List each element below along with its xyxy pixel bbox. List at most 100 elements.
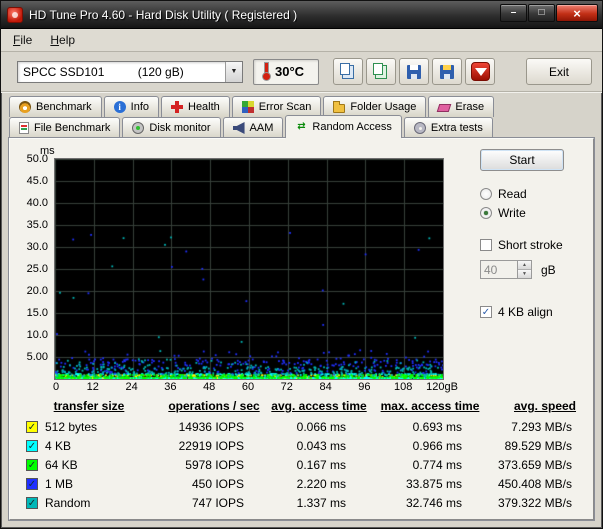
download-update-button[interactable] bbox=[465, 58, 495, 85]
short-stroke-stepper: ▲ ▼ bbox=[518, 260, 532, 279]
copy-screenshot-button[interactable] bbox=[333, 58, 363, 85]
y-tick-label: 25.0 bbox=[10, 263, 48, 275]
transfer-size-label: 512 bytes bbox=[45, 420, 97, 434]
table-row: 64 KB5978 IOPS0.167 ms0.774 ms373.659 MB… bbox=[16, 455, 587, 474]
tab-label: Health bbox=[188, 101, 220, 113]
ops-cell: 14936 IOPS bbox=[162, 420, 266, 434]
y-tick-label: 20.0 bbox=[10, 285, 48, 297]
max-cell: 0.966 ms bbox=[372, 439, 488, 453]
window-title: HD Tune Pro 4.60 - Hard Disk Utility ( R… bbox=[29, 8, 297, 22]
speed-cell: 379.322 MB/s bbox=[488, 496, 602, 510]
tab-aam[interactable]: AAM bbox=[223, 117, 284, 138]
transfer-size-label: 4 KB bbox=[45, 439, 71, 453]
read-radio-circle[interactable] bbox=[480, 188, 492, 200]
exit-button[interactable]: Exit bbox=[526, 58, 592, 85]
series-checkbox[interactable] bbox=[26, 497, 38, 509]
toolbar: SPCC SSD101 (120 gB) ▼ 30°C Exit bbox=[1, 52, 602, 92]
y-tick-label: 5.00 bbox=[10, 351, 48, 363]
folder-usage-icon bbox=[333, 104, 345, 113]
close-button[interactable] bbox=[556, 4, 598, 22]
save-text-button[interactable] bbox=[432, 58, 462, 85]
thermometer-icon bbox=[261, 62, 270, 81]
disk-monitor-icon bbox=[132, 122, 144, 134]
maximize-button[interactable] bbox=[528, 4, 555, 22]
info-icon bbox=[114, 101, 126, 113]
y-tick-label: 30.0 bbox=[10, 241, 48, 253]
temperature-value: 30°C bbox=[275, 64, 304, 79]
table-row: Random747 IOPS1.337 ms32.746 ms379.322 M… bbox=[16, 493, 587, 512]
speed-cell: 7.293 MB/s bbox=[488, 420, 602, 434]
write-radio-circle[interactable] bbox=[480, 207, 492, 219]
tab-error-scan[interactable]: Error Scan bbox=[232, 96, 322, 117]
aam-icon bbox=[233, 122, 245, 134]
tab-label: Folder Usage bbox=[350, 101, 416, 113]
transfer-size-cell: 4 KB bbox=[16, 439, 162, 453]
menu-file[interactable]: File bbox=[5, 30, 40, 50]
tab-label: Info bbox=[131, 101, 149, 113]
mode-radio-group: Read Write bbox=[480, 187, 593, 220]
short-stroke-label: Short stroke bbox=[498, 238, 563, 252]
tab-file-benchmark[interactable]: File Benchmark bbox=[9, 117, 120, 138]
health-icon bbox=[171, 101, 183, 113]
speed-cell: 450.408 MB/s bbox=[488, 477, 602, 491]
results-table: transfer sizeoperations / secavg. access… bbox=[10, 391, 593, 519]
caption-buttons bbox=[500, 1, 598, 22]
chart-stage: ms 50.045.040.035.030.025.020.015.010.05… bbox=[10, 139, 593, 391]
random-access-icon bbox=[295, 121, 307, 133]
avg-cell: 1.337 ms bbox=[266, 496, 372, 510]
transfer-size-cell: 512 bytes bbox=[16, 420, 162, 434]
titlebar[interactable]: HD Tune Pro 4.60 - Hard Disk Utility ( R… bbox=[1, 1, 602, 29]
file-benchmark-icon bbox=[19, 122, 29, 134]
menu-help[interactable]: Help bbox=[42, 30, 83, 50]
avg-cell: 0.167 ms bbox=[266, 458, 372, 472]
transfer-size-cell: 1 MB bbox=[16, 477, 162, 491]
drive-select[interactable]: SPCC SSD101 (120 gB) ▼ bbox=[17, 61, 243, 83]
tab-folder-usage[interactable]: Folder Usage bbox=[323, 96, 426, 117]
kb-align-label: 4 KB align bbox=[498, 305, 553, 319]
series-checkbox[interactable] bbox=[26, 478, 38, 490]
save-screenshot-button[interactable] bbox=[399, 58, 429, 85]
minimize-button[interactable] bbox=[500, 4, 527, 22]
max-cell: 32.746 ms bbox=[372, 496, 488, 510]
write-radio[interactable]: Write bbox=[480, 206, 593, 220]
series-checkbox[interactable] bbox=[26, 459, 38, 471]
short-stroke-checkbox[interactable]: Short stroke bbox=[480, 238, 593, 252]
tab-extra-tests[interactable]: Extra tests bbox=[404, 117, 493, 138]
copy-text-icon bbox=[373, 63, 383, 75]
short-stroke-input[interactable] bbox=[480, 260, 518, 279]
y-tick-label: 50.0 bbox=[10, 153, 48, 165]
stepper-down-icon[interactable]: ▼ bbox=[518, 269, 531, 278]
tab-label: Disk monitor bbox=[149, 122, 210, 134]
chart-column: ms 50.045.040.035.030.025.020.015.010.05… bbox=[10, 145, 456, 391]
column-header: operations / sec bbox=[162, 399, 266, 417]
read-radio[interactable]: Read bbox=[480, 187, 593, 201]
tab-info[interactable]: Info bbox=[104, 96, 159, 117]
avg-cell: 0.066 ms bbox=[266, 420, 372, 434]
app-icon bbox=[7, 7, 23, 23]
y-tick-label: 10.0 bbox=[10, 329, 48, 341]
tab-strip: Benchmark Info Health Error Scan Folder Usag… bbox=[1, 92, 602, 138]
series-checkbox[interactable] bbox=[26, 440, 38, 452]
short-stroke-checkbox-box[interactable] bbox=[480, 239, 492, 251]
tab-benchmark[interactable]: Benchmark bbox=[9, 96, 102, 117]
stepper-up-icon[interactable]: ▲ bbox=[518, 261, 531, 269]
tab-label: Random Access bbox=[312, 121, 391, 133]
y-axis-ticks: 50.045.040.035.030.025.020.015.010.05.00 bbox=[10, 158, 54, 378]
start-button[interactable]: Start bbox=[480, 149, 564, 171]
table-row: 4 KB22919 IOPS0.043 ms0.966 ms89.529 MB/… bbox=[16, 436, 587, 455]
chevron-down-icon[interactable]: ▼ bbox=[225, 62, 242, 82]
tab-disk-monitor[interactable]: Disk monitor bbox=[122, 117, 220, 138]
kb-align-checkbox-box[interactable] bbox=[480, 306, 492, 318]
side-controls: Start Read Write Short stroke bbox=[456, 145, 593, 391]
temperature-panel: 30°C bbox=[253, 59, 319, 85]
copy-text-button[interactable] bbox=[366, 58, 396, 85]
speed-cell: 373.659 MB/s bbox=[488, 458, 602, 472]
tab-random-access[interactable]: Random Access bbox=[285, 115, 401, 138]
kb-align-checkbox[interactable]: 4 KB align bbox=[480, 305, 593, 319]
menubar: File Help bbox=[1, 29, 602, 52]
max-cell: 0.693 ms bbox=[372, 420, 488, 434]
tab-health[interactable]: Health bbox=[161, 96, 230, 117]
results-table-header: transfer sizeoperations / secavg. access… bbox=[16, 399, 587, 417]
tab-erase[interactable]: Erase bbox=[428, 96, 494, 117]
series-checkbox[interactable] bbox=[26, 421, 38, 433]
